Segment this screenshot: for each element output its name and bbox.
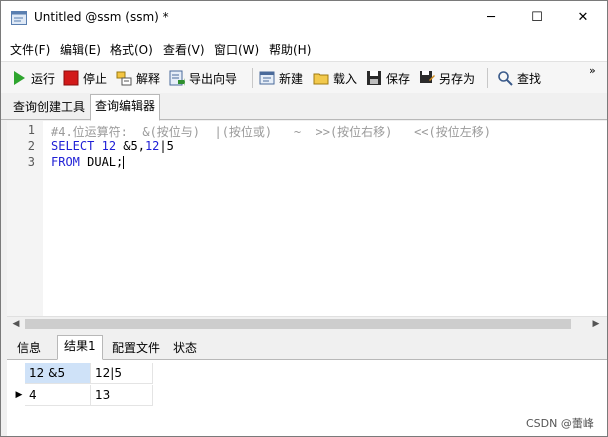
stop-icon [63,70,79,86]
folder-icon [313,73,329,85]
toolbar: 运行 停止 解释 导出向导 新建 载入 保存 另存为 查找 » [1,61,607,95]
save-label: 保存 [386,71,411,86]
column-header[interactable]: 12|5 [91,363,153,384]
sql-editor[interactable]: 1 2 3 #4.位运算符: &(按位与) |(按位或) ~ >>(按位右移) … [7,121,607,316]
table-cell[interactable]: 13 [91,385,153,406]
explain-icon [116,71,132,86]
toolbar-separator [252,68,253,88]
menu-bar: 文件(F) 编辑(E) 格式(O) 查看(V) 窗口(W) 帮助(H) [1,35,607,61]
editor-tabs: 查询创建工具 查询编辑器 [1,93,607,121]
explain-button[interactable]: 解释 [116,68,160,88]
save-as-button[interactable]: 另存为 [419,68,475,88]
code-line-from: FROM DUAL; [51,155,125,169]
menu-format[interactable]: 格式(O) [110,41,153,58]
menu-view[interactable]: 查看(V) [163,41,205,58]
tab-query-builder[interactable]: 查询创建工具 [9,96,89,118]
sql-text: |5 [159,139,174,153]
tab-info[interactable]: 信息 [11,338,47,358]
toolbar-overflow-icon[interactable]: » [589,64,596,77]
result-tabs: 信息 结果1 配置文件 状态 [7,335,607,360]
save-button[interactable]: 保存 [366,68,410,88]
save-as-icon [420,71,435,83]
current-row-marker-icon: ▶ [15,390,23,400]
sql-text: DUAL; [79,155,124,169]
close-button[interactable]: ✕ [560,1,606,35]
sql-keyword: SELECT [51,139,95,153]
menu-file[interactable]: 文件(F) [10,41,50,58]
export-icon [169,70,185,86]
code-line-comment: #4.位运算符: &(按位与) |(按位或) ~ >>(按位右移) <<(按位左… [51,125,491,139]
minimize-button[interactable]: ─ [468,1,514,35]
sql-number: 12 [144,139,160,153]
title-bar: Untitled @ssm (ssm) * ─ ☐ ✕ [1,1,607,35]
sql-number: 12 [101,139,117,153]
toolbar-separator [487,68,488,88]
load-label: 载入 [333,71,358,86]
tab-query-editor[interactable]: 查询编辑器 [90,94,161,121]
find-label: 查找 [517,71,542,86]
run-button[interactable]: 运行 [11,68,55,88]
scrollbar-thumb[interactable] [25,319,571,329]
menu-window[interactable]: 窗口(W) [214,41,259,58]
line-number: 1 [27,123,35,137]
new-button[interactable]: 新建 [259,68,303,88]
tab-result1[interactable]: 结果1 [57,335,103,360]
line-number: 2 [27,139,35,153]
scroll-right-icon[interactable]: ▶ [589,317,603,331]
save-as-label: 另存为 [439,71,476,86]
table-cell[interactable]: 4 [25,385,91,406]
new-label: 新建 [279,71,304,86]
menu-edit[interactable]: 编辑(E) [60,41,101,58]
tab-profile[interactable]: 配置文件 [106,338,166,358]
scroll-left-icon[interactable]: ◀ [9,317,23,331]
code-line-select: SELECT 12 &5,12|5 [51,139,174,153]
play-icon [14,71,25,85]
line-number-gutter: 1 2 3 [7,121,43,316]
navicat-window: Untitled @ssm (ssm) * ─ ☐ ✕ 文件(F) 编辑(E) … [0,0,608,437]
export-wizard-button[interactable]: 导出向导 [169,68,237,88]
explain-label: 解释 [136,71,161,86]
new-query-icon [259,71,275,85]
maximize-button[interactable]: ☐ [514,1,560,35]
result-grid: 12 &5 12|5 ▶ 4 13 [7,360,607,436]
column-header[interactable]: 12 &5 [25,363,91,384]
stop-button[interactable]: 停止 [63,68,107,88]
sql-keyword: FROM [51,155,80,169]
watermark: CSDN @蕾峰 [526,417,594,430]
load-button[interactable]: 载入 [313,68,357,88]
horizontal-scrollbar[interactable]: ◀ ▶ [7,316,607,331]
line-number: 3 [27,155,35,169]
find-button[interactable]: 查找 [497,68,541,88]
sql-text: &5, [116,139,145,153]
run-label: 运行 [31,71,56,86]
text-cursor [123,156,125,169]
window-title: Untitled @ssm (ssm) * [34,10,169,24]
query-window-icon [11,11,27,25]
tab-status[interactable]: 状态 [167,338,203,358]
menu-help[interactable]: 帮助(H) [269,41,311,58]
search-icon [498,71,513,86]
save-icon [367,71,381,85]
export-wizard-label: 导出向导 [189,71,238,86]
stop-label: 停止 [83,71,108,86]
